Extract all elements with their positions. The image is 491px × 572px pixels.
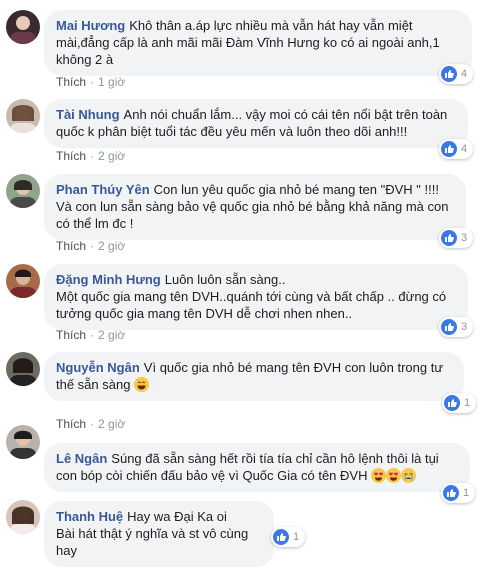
reaction-count-badge[interactable]: 4 (439, 64, 474, 84)
separator-dot: · (90, 75, 95, 89)
separator-dot: · (90, 328, 95, 342)
reaction-count: 4 (461, 143, 468, 155)
like-reaction-icon (441, 319, 457, 335)
comment-time[interactable]: 2 giờ (98, 149, 125, 163)
user-avatar-icon (10, 358, 36, 386)
comment-time[interactable]: 2 giờ (98, 417, 125, 431)
comment-bubble: Lê Ngân Súng đã sẵn sàng hết rồi tía tía … (44, 443, 470, 492)
like-reaction-icon (441, 66, 457, 82)
like-reaction-icon (441, 141, 457, 157)
comment-actions: Thích · 1 giờ (56, 75, 125, 89)
avatar[interactable] (6, 500, 40, 534)
comment-actions: Thích · 2 giờ (56, 328, 125, 342)
comment-bubble: Thanh Huệ Hay wa Đại Ka oi Bài hát thật ý… (44, 501, 274, 567)
avatar[interactable] (6, 99, 40, 133)
reaction-count: 1 (293, 531, 300, 543)
avatar[interactable] (6, 352, 40, 386)
comment-author[interactable]: Lê Ngân (56, 451, 107, 466)
avatar[interactable] (6, 264, 40, 298)
separator-dot: · (90, 239, 95, 253)
like-reaction-icon (443, 485, 459, 501)
comment-bubble: Nguyễn Ngân Vì quốc gia nhỏ bé mang tên Đ… (44, 352, 464, 401)
reaction-count: 3 (461, 232, 468, 244)
crying-face-emoji-icon (401, 468, 417, 483)
like-reaction-icon (273, 529, 289, 545)
user-avatar-icon (10, 180, 36, 208)
comment-bubble: Mai Hương Khô thân a.áp lực nhiều mà vẫn … (44, 10, 472, 76)
user-avatar-icon (10, 269, 36, 298)
comment-author[interactable]: Đặng Minh Hưng (56, 272, 161, 287)
reaction-count-badge[interactable]: 3 (439, 228, 474, 248)
comment-author[interactable]: Mai Hương (56, 18, 125, 33)
like-reaction-icon (444, 395, 460, 411)
comment-bubble: Tài Nhung Anh nói chuẩn lắm... vậy moi có… (44, 99, 468, 148)
comment-time[interactable]: 1 giờ (98, 75, 125, 89)
comment-author[interactable]: Thanh Huệ (56, 509, 123, 524)
user-avatar-icon (10, 506, 36, 534)
grinning-face-emoji-icon (134, 377, 150, 392)
like-link[interactable]: Thích (56, 149, 86, 163)
user-avatar-icon (10, 430, 36, 459)
reaction-count-badge[interactable]: 1 (271, 527, 306, 547)
comment-time[interactable]: 2 giờ (98, 328, 125, 342)
reaction-count-badge[interactable]: 1 (441, 483, 476, 503)
reaction-count: 1 (463, 487, 470, 499)
like-link[interactable]: Thích (56, 239, 86, 253)
separator-dot: · (90, 149, 95, 163)
like-link[interactable]: Thích (56, 417, 86, 431)
reaction-count: 1 (464, 397, 471, 409)
separator-dot: · (90, 417, 95, 431)
avatar[interactable] (6, 10, 40, 44)
comment-bubble: Đặng Minh Hưng Luôn luôn sẵn sàng.. Một q… (44, 264, 468, 330)
like-reaction-icon (441, 230, 457, 246)
user-avatar-icon (10, 105, 36, 133)
comment-author[interactable]: Tài Nhung (56, 107, 120, 122)
heart-eyes-emoji-icon (371, 468, 387, 483)
reaction-count: 4 (461, 68, 468, 80)
like-link[interactable]: Thích (56, 75, 86, 89)
comment-time[interactable]: 2 giờ (98, 239, 125, 253)
avatar[interactable] (6, 174, 40, 208)
comment-author[interactable]: Phan Thúy Yên (56, 182, 150, 197)
comment-actions: Thích · 2 giờ (56, 239, 125, 253)
comment-actions: Thích · 2 giờ (56, 149, 125, 163)
reaction-count-badge[interactable]: 3 (439, 317, 474, 337)
like-link[interactable]: Thích (56, 328, 86, 342)
comment-bubble: Phan Thúy Yên Con lun yêu quốc gia nhỏ bé… (44, 174, 466, 240)
reaction-count-badge[interactable]: 4 (439, 139, 474, 159)
reaction-count: 3 (461, 321, 468, 333)
comment-author[interactable]: Nguyễn Ngân (56, 360, 140, 375)
heart-eyes-emoji-icon (386, 468, 402, 483)
avatar[interactable] (6, 425, 40, 459)
comment-actions: Thích · 2 giờ (56, 417, 125, 431)
reaction-count-badge[interactable]: 1 (442, 393, 477, 413)
user-avatar-icon (10, 16, 36, 44)
